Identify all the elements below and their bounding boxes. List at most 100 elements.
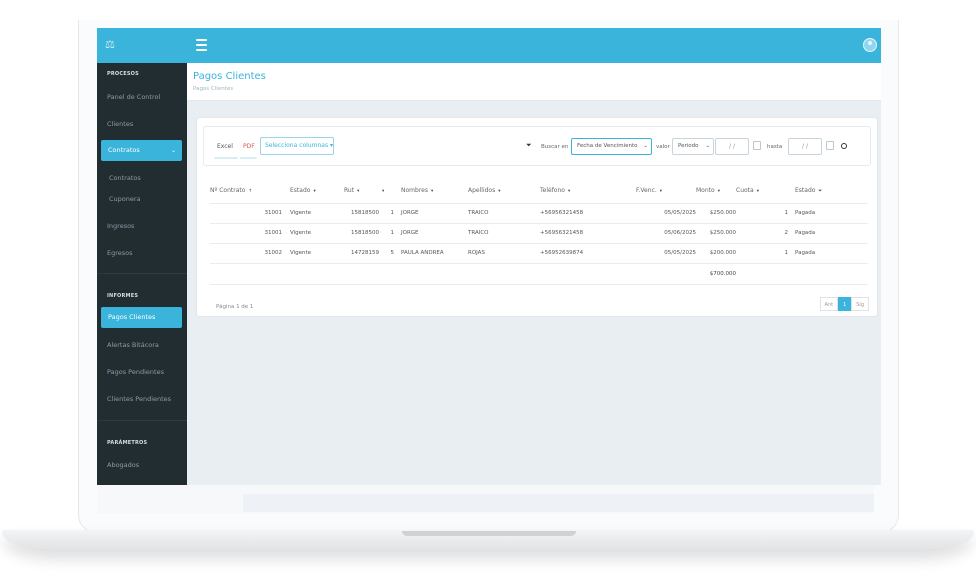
sort-caret-icon: ▾	[567, 189, 571, 195]
column-header-fvenc[interactable]: F.Venc. ▾	[636, 179, 696, 204]
sidebar-item-abogados[interactable]: Abogados	[107, 461, 139, 469]
cell-contrato: 31002	[210, 243, 282, 264]
chevron-down-icon: ⌄	[643, 143, 648, 149]
scales-logo-icon[interactable]: ⚖	[105, 39, 117, 51]
pagination-next-button[interactable]: Sig	[851, 297, 869, 311]
sort-caret-icon: ▾	[430, 189, 434, 195]
search-in-label: Buscar en	[541, 144, 569, 150]
column-label: Rut	[344, 187, 355, 195]
sidebar-item-egresos[interactable]: Egresos	[107, 249, 133, 257]
excel-button-underline	[214, 157, 238, 159]
column-header-rut[interactable]: Rut ▾	[344, 179, 379, 204]
total-amount: $700.000	[696, 263, 736, 285]
breadcrumb[interactable]: Pagos Clientes	[193, 86, 233, 92]
column-label: Teléfono	[540, 187, 565, 195]
pdf-export-button[interactable]: PDF	[243, 143, 255, 150]
column-header-telefono[interactable]: Teléfono ▾	[540, 179, 636, 204]
main-content: Pagos Clientes Pagos Clientes Excel PDF …	[187, 63, 881, 485]
calendar-icon[interactable]	[826, 141, 834, 150]
pagination-prev-button[interactable]: Ant	[819, 297, 839, 311]
pagination-current-page[interactable]: 1	[838, 297, 852, 311]
column-label: Estado	[795, 187, 816, 195]
calendar-icon[interactable]	[753, 141, 761, 150]
select-columns-dropdown[interactable]: Selecciona columnas ▾	[260, 137, 334, 155]
page-header: Pagos Clientes Pagos Clientes	[187, 63, 881, 101]
cell-estado: Vigente	[282, 203, 344, 224]
column-header-monto[interactable]: Monto ▾	[696, 179, 736, 204]
cell-apellidos: ROJAS	[468, 243, 540, 264]
cell-cuota: 2	[736, 223, 788, 244]
to-label: hasta	[767, 144, 783, 150]
top-navbar: ⚖	[97, 28, 881, 63]
user-avatar-icon[interactable]	[863, 38, 877, 52]
sort-caret-icon: ▾	[659, 189, 662, 195]
column-header-apellidos[interactable]: Apellidos ▾	[468, 179, 540, 204]
cell-rut: 14728159	[344, 243, 379, 264]
column-label: F.Venc.	[636, 187, 657, 195]
cell-estado: Vigente	[282, 223, 344, 244]
sort-asc-icon: ↑	[248, 189, 253, 195]
sidebar-divider	[97, 273, 187, 274]
column-header-dv[interactable]: ▾	[379, 179, 394, 204]
cell-cuota: 1	[736, 243, 788, 264]
cell-nombres: JORGE	[394, 223, 468, 244]
table-header-row: Nº Contrato ↑ Estado ▾ Rut ▾ ▾ Nombres ▾ Ape…	[210, 179, 868, 204]
sidebar-item-alertas-bitacora[interactable]: Alertas Bitácora	[107, 341, 159, 349]
column-label: Monto	[696, 187, 715, 195]
pagination-info: Página 1 de 1	[216, 304, 254, 310]
sort-caret-icon: ▾	[382, 189, 385, 195]
cell-rut: 15818500	[344, 203, 379, 224]
sidebar-item-pagos-clientes[interactable]: Pagos Clientes	[101, 307, 182, 328]
date-from-input[interactable]: / /	[715, 138, 749, 155]
column-label: Nº Contrato	[210, 187, 246, 195]
search-field-value: Fecha de Vencimiento	[577, 143, 638, 149]
column-header-nombres[interactable]: Nombres ▾	[394, 179, 468, 204]
sidebar-subitem-contratos[interactable]: Contratos	[109, 174, 141, 182]
excel-export-button[interactable]: Excel	[217, 143, 233, 150]
column-label: Cuota	[736, 187, 754, 195]
sidebar-item-ingresos[interactable]: Ingresos	[107, 222, 134, 230]
value-label: valor	[656, 144, 670, 150]
sidebar-item-clientes-pendientes[interactable]: Clientes Pendientes	[107, 395, 171, 403]
sidebar-item-clientes[interactable]: Clientes	[107, 120, 133, 128]
cell-apellidos: TRAICO	[468, 223, 540, 244]
column-header-estado[interactable]: Estado ▾	[282, 179, 344, 204]
cell-fvenc: 05/05/2025	[636, 243, 696, 264]
cell-nombres: JORGE	[394, 203, 468, 224]
cell-estado-pago: Pagada	[788, 223, 868, 244]
cell-cuota: 1	[736, 203, 788, 224]
chevron-down-icon: ⌄	[170, 147, 176, 154]
sidebar-section-procesos: PROCESOS	[107, 71, 139, 77]
column-header-cuota[interactable]: Cuota ▾	[736, 179, 788, 204]
sort-caret-icon: ▾	[313, 189, 316, 195]
table-total-row: $700.000	[210, 263, 868, 285]
table-row[interactable]: 31001 Vigente 15818500 1 JORGE TRAICO +5695632…	[210, 223, 868, 244]
cell-estado: Vigente	[282, 243, 344, 264]
pagination: Ant 1 Sig	[819, 297, 869, 311]
sidebar: PROCESOS Panel de Control Clientes Contr…	[97, 63, 187, 485]
search-field-select[interactable]: Fecha de Vencimiento ⌄	[571, 138, 652, 155]
sort-caret-icon: ▾	[498, 189, 501, 195]
sidebar-item-contratos[interactable]: Contratos ⌄	[101, 140, 182, 161]
column-header-estado-pago[interactable]: Estado ⏷	[788, 179, 868, 204]
period-value: Periodo	[678, 143, 699, 149]
table-row[interactable]: 31001 Vigente 15818500 1 JORGE TRAICO +5695632…	[210, 203, 868, 224]
cell-dv: 1	[379, 203, 394, 224]
cell-apellidos: TRAICO	[468, 203, 540, 224]
sidebar-item-pagos-pendientes[interactable]: Pagos Pendientes	[107, 368, 164, 376]
table-row[interactable]: 31002 Vigente 14728159 5 PAULA ANDREA ROJAS +5…	[210, 243, 868, 264]
sidebar-item-panel-de-control[interactable]: Panel de Control	[107, 93, 160, 101]
column-header-contrato[interactable]: Nº Contrato ↑	[210, 179, 282, 204]
period-select[interactable]: Periodo ⌄	[672, 138, 714, 155]
sidebar-subitem-cuponera[interactable]: Cuponera	[109, 195, 141, 203]
cell-dv: 1	[379, 223, 394, 244]
filter-icon[interactable]: ⏷	[526, 141, 532, 150]
payments-table: Nº Contrato ↑ Estado ▾ Rut ▾ ▾ Nombres ▾ Ape…	[210, 179, 868, 285]
sidebar-divider	[97, 420, 187, 421]
hamburger-menu-icon[interactable]	[196, 39, 207, 51]
cell-telefono: +56956321458	[540, 223, 636, 244]
date-to-input[interactable]: / /	[788, 138, 822, 155]
gear-icon[interactable]	[841, 143, 847, 149]
sort-caret-icon: ▾	[756, 189, 759, 195]
filter-icon[interactable]: ⏷	[818, 189, 822, 194]
